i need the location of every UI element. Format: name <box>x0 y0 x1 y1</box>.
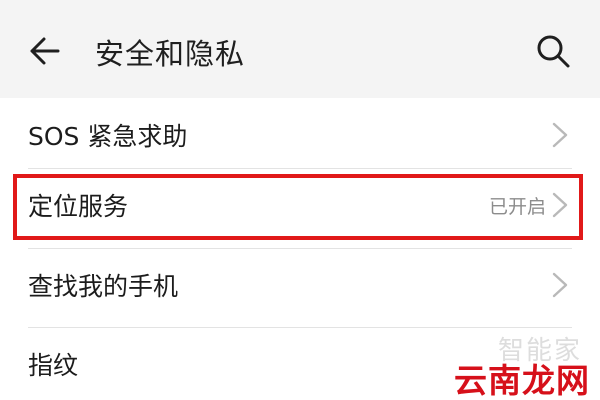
watermark-bottom-text: 云南龙网 <box>454 361 590 400</box>
highlight-box <box>13 174 583 240</box>
security-privacy-screen: 安全和隐私 SOS 紧急求助 定位服务 已开启 查找我的手机 指纹 智能家 云南… <box>0 0 600 400</box>
list-item-label: 查找我的手机 <box>28 272 179 301</box>
list-item-label: 指纹 <box>28 351 79 380</box>
list-item-find-my-phone[interactable]: 查找我的手机 <box>0 248 600 328</box>
list-item-label: SOS 紧急求助 <box>28 122 188 151</box>
chevron-right-icon <box>552 122 568 148</box>
arrow-left-icon[interactable] <box>28 34 62 68</box>
list-item-sos[interactable]: SOS 紧急求助 <box>0 98 600 178</box>
search-icon[interactable] <box>535 33 571 69</box>
watermark: 智能家 云南龙网 <box>454 330 600 400</box>
chevron-right-icon <box>552 272 568 298</box>
page-title: 安全和隐私 <box>95 37 246 71</box>
app-bar: 安全和隐私 <box>0 0 600 98</box>
